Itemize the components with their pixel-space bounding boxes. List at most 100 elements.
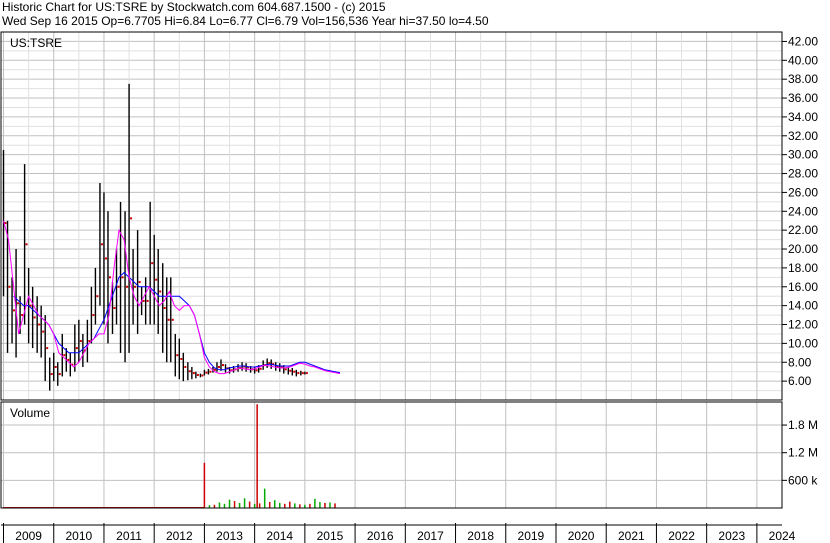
year-tick-label: 2011: [116, 529, 142, 543]
close-dot: [17, 302, 20, 305]
price-tick-label: 14.00: [788, 299, 818, 313]
price-tick-label: 8.00: [788, 355, 812, 369]
close-dot: [259, 367, 262, 370]
price-tick-label: 40.00: [788, 53, 818, 67]
close-dot: [117, 285, 120, 288]
year-tick-label: 2012: [166, 529, 193, 543]
volume-tick-label: 600 k: [788, 473, 818, 487]
close-dot: [192, 372, 195, 375]
price-tick-label: 34.00: [788, 110, 818, 124]
year-tick-label: 2024: [769, 529, 796, 543]
close-dot: [79, 340, 82, 343]
close-dot: [213, 368, 216, 371]
year-tick-label: 2009: [15, 529, 42, 543]
close-dot: [151, 262, 154, 265]
close-dot: [100, 243, 103, 246]
year-tick-label: 2013: [216, 529, 243, 543]
close-dot: [142, 299, 145, 302]
price-tick-label: 18.00: [788, 261, 818, 275]
close-dot: [75, 347, 78, 350]
year-tick-label: 2017: [417, 529, 444, 543]
price-grid: [1, 31, 782, 400]
price-tick-label: 16.00: [788, 280, 818, 294]
close-dot: [284, 368, 287, 371]
volume-panel-frame: [0, 401, 783, 509]
close-dot: [176, 354, 179, 357]
year-tick-label: 2019: [518, 529, 545, 543]
close-dot: [167, 318, 170, 321]
close-dot: [305, 372, 308, 375]
close-dot: [159, 290, 162, 293]
close-dot: [155, 278, 158, 281]
close-dot: [205, 371, 208, 374]
year-tick-label: 2016: [367, 529, 394, 543]
close-dot: [38, 323, 41, 326]
stock-chart: 42.00 40.00 38.00 36.00 34.00 32.00 30.00 28.00…: [0, 31, 818, 543]
price-tick-label: 30.00: [788, 148, 818, 162]
price-tick-label: 36.00: [788, 91, 818, 105]
year-tick-label: 2018: [467, 529, 494, 543]
price-tick-label: 22.00: [788, 223, 818, 237]
year-tick-label: 2022: [668, 529, 695, 543]
year-tick-label: 2020: [568, 529, 595, 543]
year-tick-label: 2023: [718, 529, 745, 543]
price-panel-title: US:TSRE: [10, 36, 62, 50]
close-dot: [13, 309, 16, 312]
close-dot: [121, 276, 124, 279]
close-dot: [63, 354, 66, 357]
price-panel-frame: [0, 31, 783, 401]
close-dot: [138, 281, 141, 284]
close-dot: [255, 369, 258, 372]
close-dot: [196, 373, 199, 376]
price-tick-label: 12.00: [788, 318, 818, 332]
close-dot: [209, 370, 212, 373]
price-tick-label: 26.00: [788, 185, 818, 199]
volume-grid: [1, 402, 782, 508]
price-tick-label: 28.00: [788, 167, 818, 181]
close-dot: [108, 276, 111, 279]
close-dot: [293, 370, 296, 373]
price-tick-label: 42.00: [788, 34, 818, 48]
volume-tick-label: 1.8 M: [788, 418, 818, 432]
price-tick-label: 38.00: [788, 72, 818, 86]
price-tick-label: 6.00: [788, 374, 812, 388]
close-dot: [289, 369, 292, 372]
close-dot: [21, 314, 24, 317]
volume-tick-label: 1.2 M: [788, 446, 818, 460]
year-tick-label: 2015: [317, 529, 344, 543]
close-dot: [8, 285, 11, 288]
close-dot: [163, 307, 166, 309]
close-dot: [25, 243, 28, 246]
price-axis-ticks: 42.00 40.00 38.00 36.00 34.00 32.00 30.00 28.00…: [782, 34, 818, 388]
price-tick-label: 32.00: [788, 129, 818, 143]
close-dot: [58, 373, 61, 376]
price-tick-label: 10.00: [788, 336, 818, 350]
volume-panel-title: Volume: [10, 406, 50, 420]
price-tick-label: 20.00: [788, 242, 818, 256]
close-dot: [297, 372, 300, 375]
year-tick-label: 2010: [65, 529, 92, 543]
close-dot: [134, 285, 137, 288]
close-dot: [301, 372, 304, 375]
close-dot: [46, 347, 49, 350]
volume-bars: [3, 404, 336, 508]
close-dot: [130, 217, 133, 220]
volume-axis-ticks: 1.8 M 1.2 M 600 k: [782, 418, 818, 487]
close-dot: [171, 318, 174, 321]
close-dot: [96, 295, 99, 298]
close-dot: [42, 330, 45, 333]
close-dot: [54, 365, 57, 368]
close-dot: [126, 285, 129, 288]
close-dot: [180, 357, 183, 360]
year-tick-label: 2021: [618, 529, 645, 543]
price-tick-label: 24.00: [788, 204, 818, 218]
close-dot: [92, 314, 95, 317]
close-dot: [113, 307, 116, 309]
close-dot: [146, 299, 149, 302]
close-dot: [50, 373, 53, 376]
year-tick-label: 2014: [266, 529, 293, 543]
close-dot: [221, 364, 224, 367]
close-dot: [184, 365, 187, 368]
year-axis-ticks: 2009 2010 2011 2012 2013 2014 2015 2016 2017 2018…: [3, 523, 796, 543]
close-dot: [104, 257, 107, 260]
